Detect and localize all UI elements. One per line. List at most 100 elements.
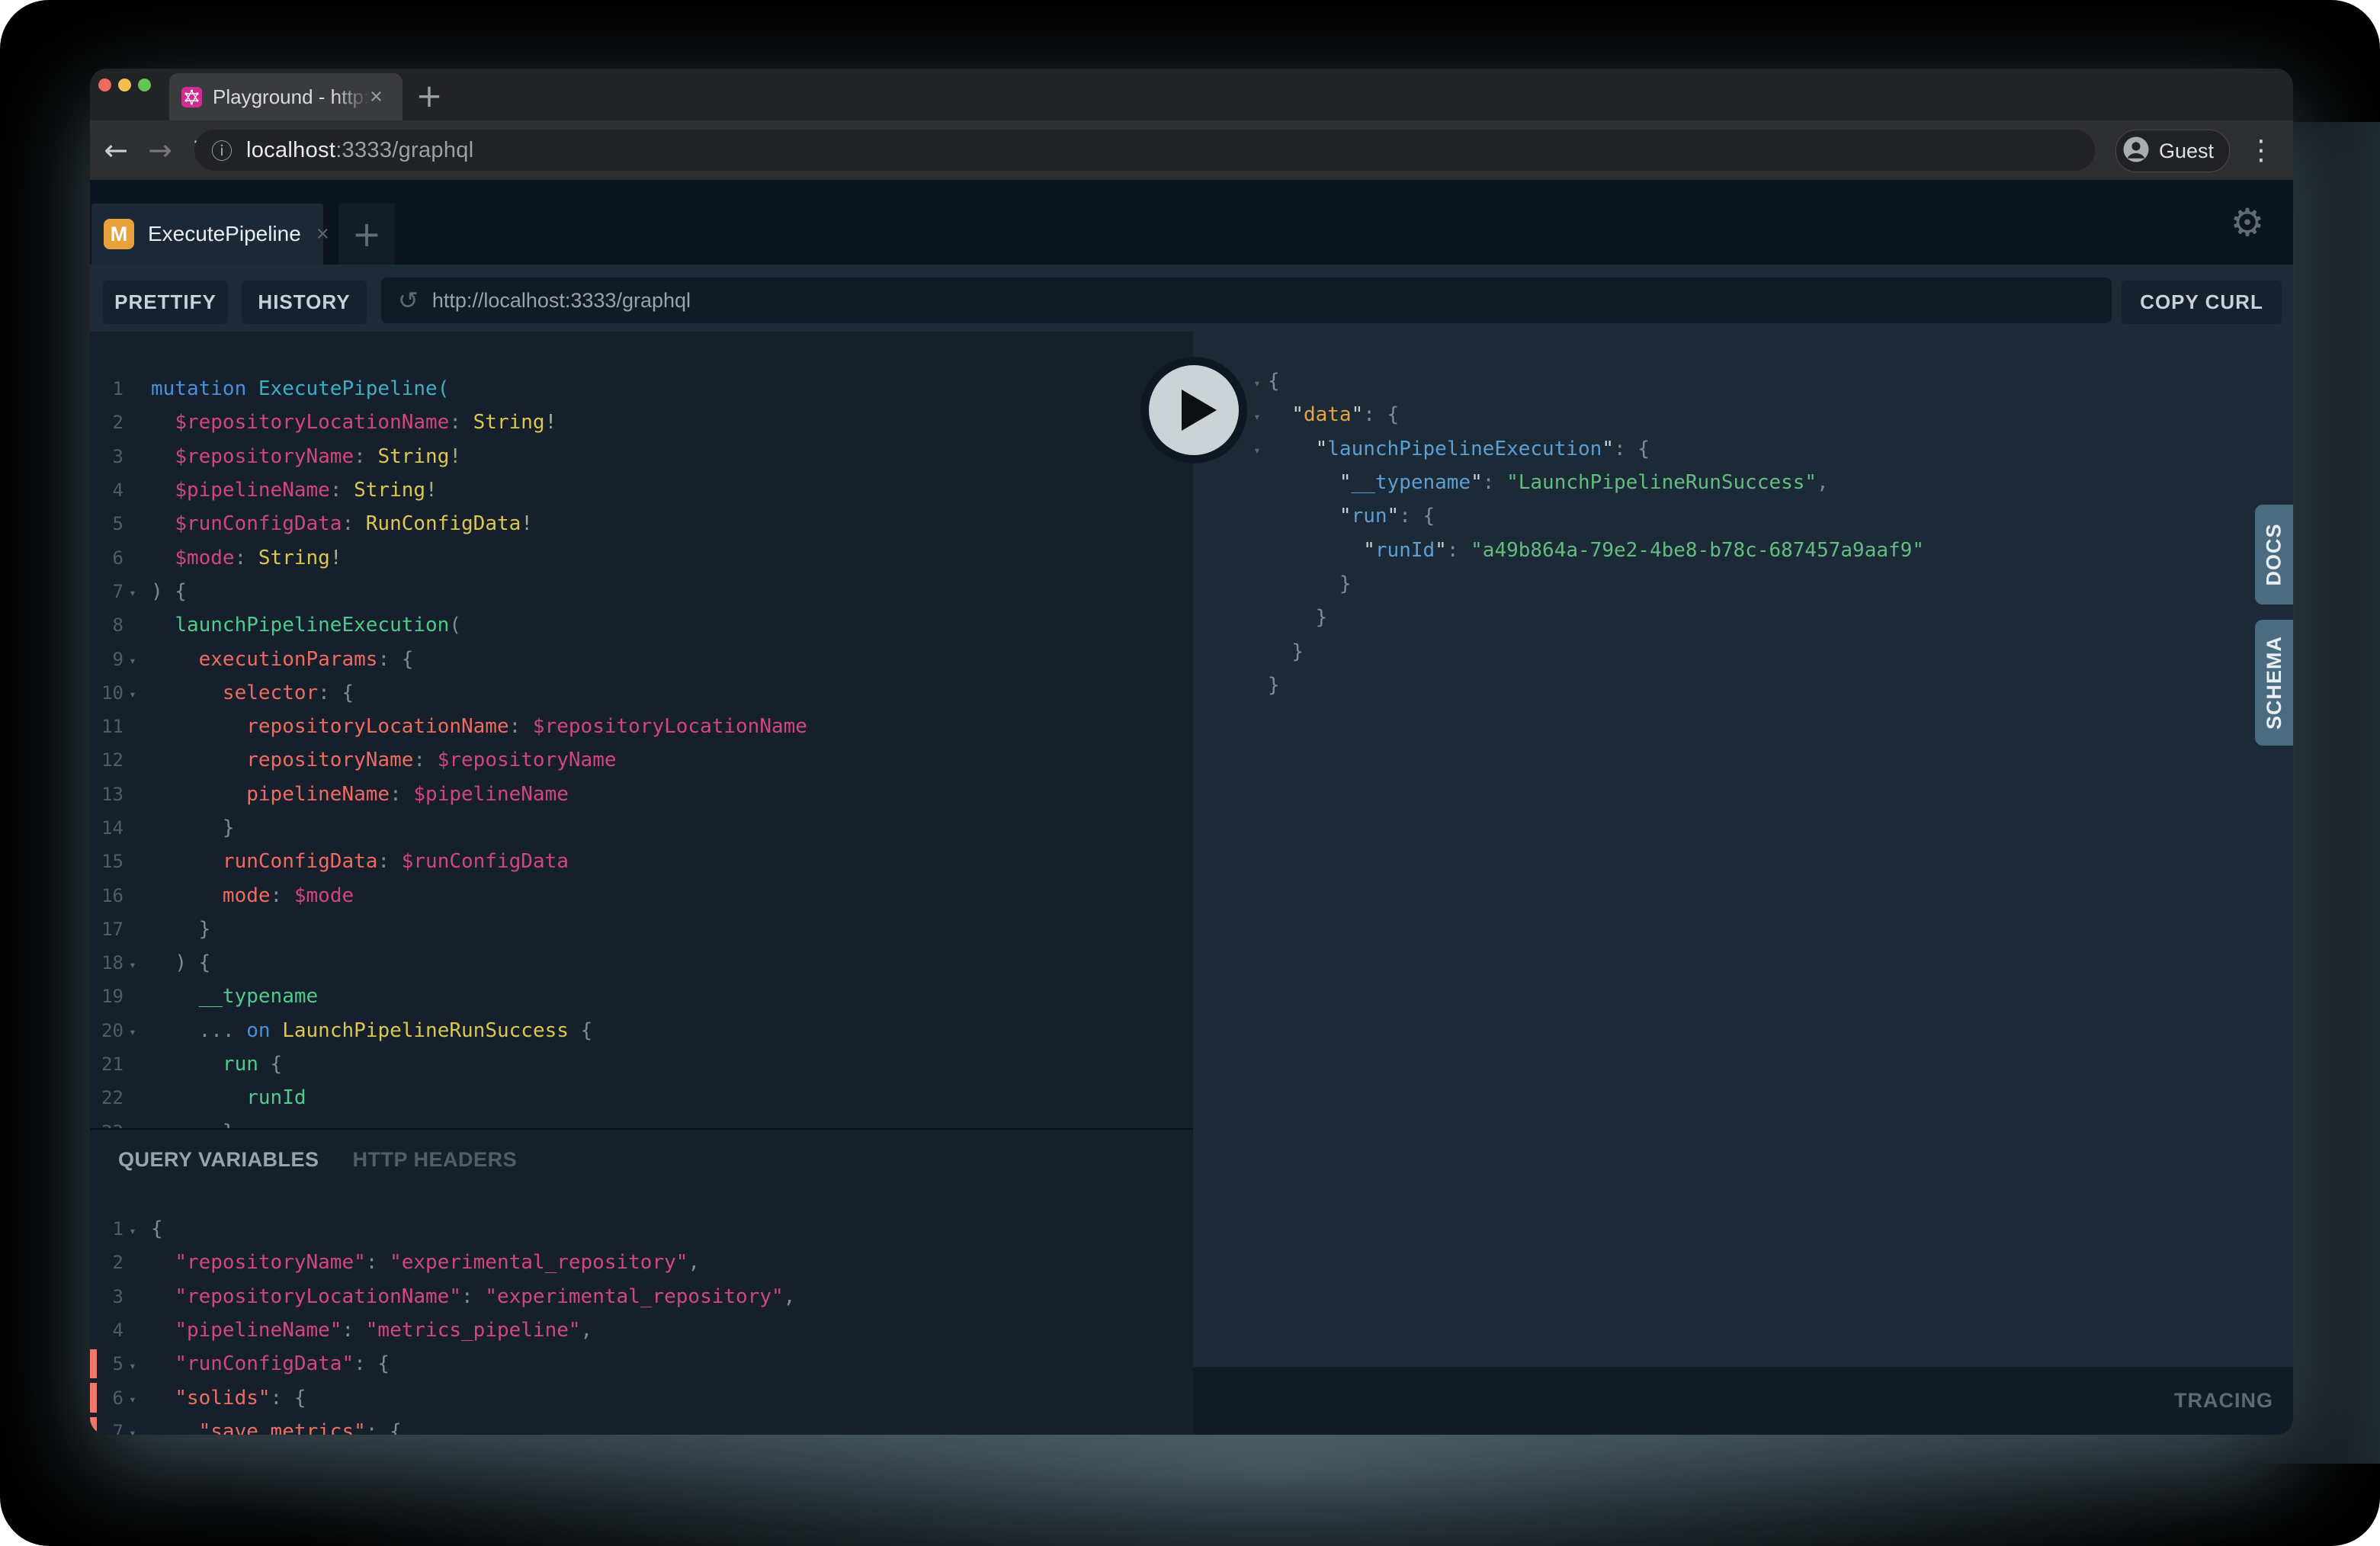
session-tab-close-icon[interactable]: × xyxy=(316,222,329,247)
copy-curl-button[interactable]: COPY CURL xyxy=(2122,281,2282,324)
fold-gutter xyxy=(123,928,142,931)
browser-toolbar: ← → ↻ ⓘ localhost:3333/graphql Gue xyxy=(90,120,2293,180)
fold-arrow-icon[interactable]: ▾ xyxy=(123,582,142,600)
code-text: mode: $mode xyxy=(151,884,354,907)
response-pane[interactable]: ▾{▾ "data": {▾ "launchPipelineExecution"… xyxy=(1193,332,2293,1367)
code-text: runId xyxy=(151,1086,306,1109)
variables-code: 1▾{2 "repositoryName": "experimental_rep… xyxy=(90,1212,1193,1435)
fold-arrow-icon[interactable]: ▾ xyxy=(1246,406,1268,424)
line-number: 2 xyxy=(90,1252,123,1273)
code-text: } xyxy=(1268,674,1280,697)
tracing-toggle[interactable]: TRACING xyxy=(2174,1389,2273,1413)
playground-toolbar: PRETTIFY HISTORY ↺ http://localhost:3333… xyxy=(90,265,2293,332)
code-line: 18▾ ) { xyxy=(90,946,1193,980)
line-number: 4 xyxy=(90,1320,123,1341)
code-text: } xyxy=(151,816,235,839)
schema-side-tab[interactable]: SCHEMA xyxy=(2255,620,2293,746)
fold-arrow-icon[interactable]: ▾ xyxy=(123,1355,142,1373)
code-line: 7▾) { xyxy=(90,575,1193,608)
line-number: 12 xyxy=(90,749,123,771)
code-line: ▾{ xyxy=(1193,364,2293,398)
fold-gutter xyxy=(123,1261,142,1264)
code-line: 19 __typename xyxy=(90,980,1193,1013)
maximize-window-button[interactable] xyxy=(138,79,151,91)
code-line: 6▾ "solids": { xyxy=(90,1381,1193,1414)
code-text: ) { xyxy=(151,580,187,603)
line-number: 1 xyxy=(90,1218,123,1240)
profile-button[interactable]: Guest xyxy=(2115,130,2230,172)
fold-arrow-icon[interactable]: ▾ xyxy=(123,1220,142,1238)
minimize-window-button[interactable] xyxy=(118,79,131,91)
fold-gutter xyxy=(1246,684,1268,687)
code-line: 4 "pipelineName": "metrics_pipeline", xyxy=(90,1313,1193,1347)
code-text: "__typename": "LaunchPipelineRunSuccess"… xyxy=(1268,471,1829,494)
code-line: "__typename": "LaunchPipelineRunSuccess"… xyxy=(1193,466,2293,499)
browser-tab-close-icon[interactable]: × xyxy=(370,85,383,110)
fold-arrow-icon[interactable]: ▾ xyxy=(123,1389,142,1406)
fold-gutter xyxy=(123,995,142,998)
code-text: $repositoryLocationName: String! xyxy=(151,411,557,434)
forward-button[interactable]: → xyxy=(139,120,181,180)
line-number: 16 xyxy=(90,885,123,906)
error-marker xyxy=(90,1417,97,1435)
fold-gutter xyxy=(123,725,142,728)
execute-button[interactable] xyxy=(1140,357,1247,463)
variables-pane[interactable]: QUERY VARIABLES HTTP HEADERS 1▾{2 "repos… xyxy=(90,1128,1193,1435)
endpoint-input[interactable]: ↺ http://localhost:3333/graphql xyxy=(381,277,2112,323)
site-info-icon[interactable]: ⓘ xyxy=(211,135,233,165)
code-text: "run": { xyxy=(1268,505,1435,528)
settings-gear-icon[interactable]: ⚙ xyxy=(2223,198,2272,247)
close-window-button[interactable] xyxy=(98,79,111,91)
back-button[interactable]: ← xyxy=(93,120,139,180)
code-text: "launchPipelineExecution": { xyxy=(1268,438,1650,460)
line-number: 10 xyxy=(90,682,123,704)
query-editor[interactable]: 1mutation ExecutePipeline(2 $repositoryL… xyxy=(90,332,1193,1128)
fold-arrow-icon[interactable]: ▾ xyxy=(1246,440,1268,457)
prettify-button[interactable]: PRETTIFY xyxy=(103,281,228,324)
error-marker xyxy=(90,1349,97,1378)
address-bar[interactable]: ⓘ localhost:3333/graphql xyxy=(194,130,2095,171)
line-number: 23 xyxy=(90,1121,123,1128)
fold-arrow-icon[interactable]: ▾ xyxy=(123,1022,142,1039)
code-line: 3 "repositoryLocationName": "experimenta… xyxy=(90,1280,1193,1313)
fold-gutter xyxy=(123,556,142,560)
fold-gutter xyxy=(123,1063,142,1066)
history-button[interactable]: HISTORY xyxy=(242,281,367,324)
browser-menu-icon[interactable]: ⋮ xyxy=(2244,130,2278,171)
fold-gutter xyxy=(123,894,142,897)
code-line: 5 $runConfigData: RunConfigData! xyxy=(90,507,1193,540)
line-number: 18 xyxy=(90,952,123,973)
code-text: executionParams: { xyxy=(151,648,413,671)
fold-gutter xyxy=(1246,549,1268,552)
fold-arrow-icon[interactable]: ▾ xyxy=(123,954,142,972)
line-number: 14 xyxy=(90,817,123,839)
fold-gutter xyxy=(123,793,142,796)
fold-arrow-icon[interactable]: ▾ xyxy=(1246,373,1268,390)
code-line: } xyxy=(1193,567,2293,601)
browser-tab-playground[interactable]: Playground - http://localhost:3 × xyxy=(169,73,403,120)
code-line: 9▾ executionParams: { xyxy=(90,642,1193,675)
code-line: 12 repositoryName: $repositoryName xyxy=(90,743,1193,777)
fold-gutter xyxy=(1246,515,1268,518)
code-line: "run": { xyxy=(1193,499,2293,533)
fold-arrow-icon[interactable]: ▾ xyxy=(123,684,142,701)
code-text: { xyxy=(1268,370,1280,393)
code-line: ▾ "data": { xyxy=(1193,398,2293,431)
session-tab-executepipeline[interactable]: M ExecutePipeline × xyxy=(91,204,323,265)
docs-side-tab[interactable]: DOCS xyxy=(2255,505,2293,605)
endpoint-reset-icon[interactable]: ↺ xyxy=(398,286,419,315)
fold-arrow-icon[interactable]: ▾ xyxy=(123,650,142,668)
code-line: 17 } xyxy=(90,913,1193,946)
code-text: launchPipelineExecution( xyxy=(151,614,461,637)
tab-http-headers[interactable]: HTTP HEADERS xyxy=(353,1148,518,1172)
code-line: 6 $mode: String! xyxy=(90,540,1193,574)
code-line: 5▾ "runConfigData": { xyxy=(90,1347,1193,1381)
line-number: 21 xyxy=(90,1054,123,1075)
code-text: pipelineName: $pipelineName xyxy=(151,783,569,806)
new-session-tab-button[interactable]: + xyxy=(338,204,395,265)
tab-query-variables[interactable]: QUERY VARIABLES xyxy=(118,1148,319,1172)
line-number: 19 xyxy=(90,986,123,1007)
new-browser-tab-button[interactable]: + xyxy=(408,75,451,116)
screenshot-canvas: Playground - http://localhost:3 × + ← → … xyxy=(0,0,2380,1546)
fold-arrow-icon[interactable]: ▾ xyxy=(123,1423,142,1435)
